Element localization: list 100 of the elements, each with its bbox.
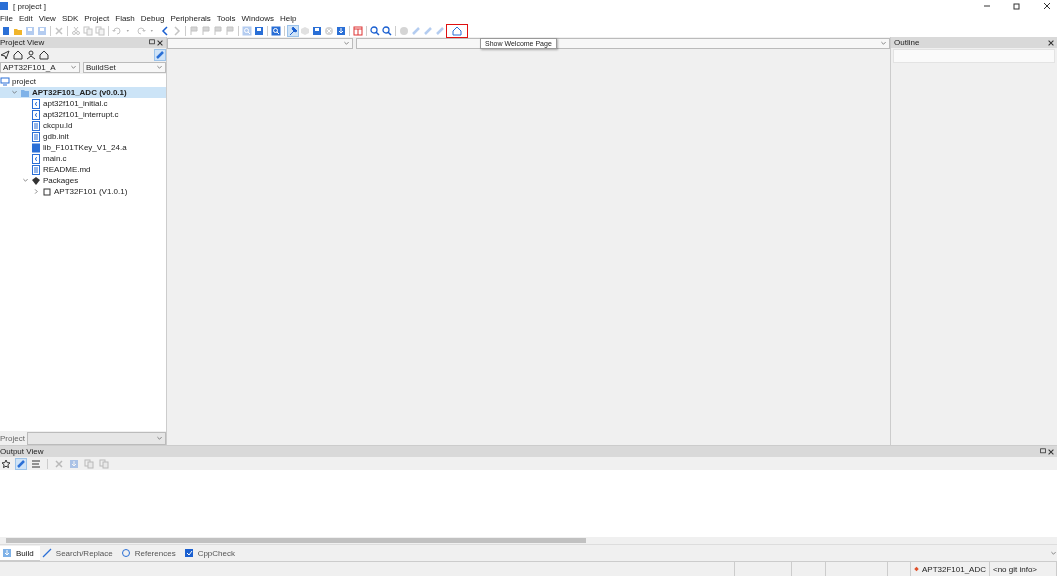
outline-field[interactable] (893, 49, 1055, 63)
tab[interactable]: Search/Replace (39, 545, 119, 561)
menu-item[interactable]: Windows (238, 13, 277, 23)
hammer-icon (288, 25, 298, 36)
tab[interactable]: Build (0, 545, 40, 561)
chevron-down-icon (343, 40, 350, 47)
toolbar-button[interactable] (159, 24, 171, 37)
panel-title: Project View (0, 38, 46, 47)
menu-item[interactable]: SDK (58, 13, 82, 23)
stop-icon (324, 25, 334, 36)
chevron-down-icon (70, 64, 77, 71)
app-logo-icon (0, 1, 10, 11)
close-icon (1042, 1, 1052, 11)
window-title: [ project ] (13, 1, 47, 11)
tree-item[interactable]: APT32F101_ADC (v0.0.1) (0, 87, 166, 98)
chevron-right-icon (33, 188, 40, 195)
close-icon (1047, 38, 1055, 47)
project-select[interactable] (26, 431, 166, 445)
buildset-select[interactable]: BuildSet (83, 62, 166, 73)
footer-label: Project (0, 433, 25, 443)
target-select[interactable]: APT32F101_A (0, 62, 80, 73)
home-icon (39, 49, 49, 60)
toolbar-button[interactable] (369, 24, 381, 37)
menu-item[interactable]: File (0, 13, 16, 23)
star-icon (1, 458, 11, 469)
align-icon (31, 458, 41, 469)
close-icon (54, 458, 64, 469)
send-icon (0, 49, 10, 60)
tree-item[interactable]: gdb.init (0, 131, 166, 142)
toolbar-button[interactable] (253, 24, 265, 37)
monitor-icon (0, 76, 10, 87)
menu-item[interactable]: Debug (137, 13, 168, 23)
c-file-icon (31, 109, 41, 120)
zoom-icon (370, 25, 380, 36)
undo-icon (112, 25, 122, 36)
scrollbar-thumb[interactable] (6, 538, 586, 543)
close-icon (1047, 447, 1055, 456)
toolbar-button[interactable] (381, 24, 393, 37)
menu-item[interactable]: Edit (15, 13, 36, 23)
tree-item[interactable]: lib_F101TKey_V1_24.a (0, 142, 166, 153)
symbol-select[interactable] (356, 38, 890, 49)
menu-item[interactable]: Project (81, 13, 113, 23)
c-file-icon (31, 98, 41, 109)
menu-item[interactable]: Flash (112, 13, 138, 23)
cube-icon (300, 25, 310, 36)
git-icon (914, 564, 919, 574)
flag-icon (189, 25, 199, 36)
tab[interactable]: References (118, 545, 182, 561)
toolbar-button[interactable] (0, 457, 12, 470)
copy-icon (95, 25, 105, 36)
scissors-icon (71, 25, 81, 36)
checkbox-icon (183, 548, 194, 558)
tree-item[interactable]: ckcpu.ld (0, 120, 166, 131)
search-icon (242, 25, 252, 36)
circle-icon (120, 548, 131, 558)
copy-icon (99, 458, 109, 469)
tree-item[interactable]: project (0, 76, 166, 87)
text-file-icon (31, 131, 41, 142)
chip-icon (42, 186, 52, 197)
new-file-icon (1, 25, 11, 36)
text-file-icon (31, 120, 41, 131)
tree-item[interactable]: apt32f101_interrupt.c (0, 109, 166, 120)
menu-item[interactable]: Peripherals (167, 13, 214, 23)
save-icon (37, 25, 47, 36)
restore-icon (1012, 1, 1022, 11)
toolbar-button[interactable] (311, 24, 323, 37)
flag-icon (225, 25, 235, 36)
toolbar-button[interactable] (335, 24, 347, 37)
undock-icon (148, 38, 156, 47)
tab[interactable]: CppCheck (181, 545, 241, 561)
undock-icon (1039, 447, 1047, 456)
toolbar-button[interactable] (287, 24, 299, 37)
save-icon (25, 25, 35, 36)
close-icon (156, 38, 164, 47)
toolbar-button[interactable] (0, 24, 12, 37)
menu-item[interactable]: View (35, 13, 59, 23)
tree-item[interactable]: main.c (0, 153, 166, 164)
folder-icon (20, 87, 30, 98)
tree-item[interactable]: Packages (0, 175, 166, 186)
chevron-down-icon (156, 64, 163, 71)
package-icon (31, 175, 41, 186)
circle-icon (399, 25, 409, 36)
toolbar-button[interactable] (270, 24, 282, 37)
flag-icon (213, 25, 223, 36)
library-file-icon (31, 142, 41, 153)
tree-item[interactable]: apt32f101_initial.c (0, 98, 166, 109)
toolbar-button[interactable] (446, 23, 468, 38)
tree-item[interactable]: README.md (0, 164, 166, 175)
close-icon (54, 25, 64, 36)
tree-item[interactable]: APT32F101 (V1.0.1) (0, 186, 166, 197)
download-icon (2, 548, 12, 558)
panel-title: Outline (894, 38, 921, 47)
home-icon (452, 25, 462, 36)
status-git: <no git info> (993, 564, 1038, 574)
text-file-icon (31, 164, 41, 175)
menu-item[interactable]: Help (277, 13, 300, 23)
status-project: APT32F101_ADC (921, 564, 986, 574)
download-icon (69, 458, 79, 469)
chevron-down-icon (156, 434, 163, 442)
menu-item[interactable]: Tools (213, 13, 239, 23)
